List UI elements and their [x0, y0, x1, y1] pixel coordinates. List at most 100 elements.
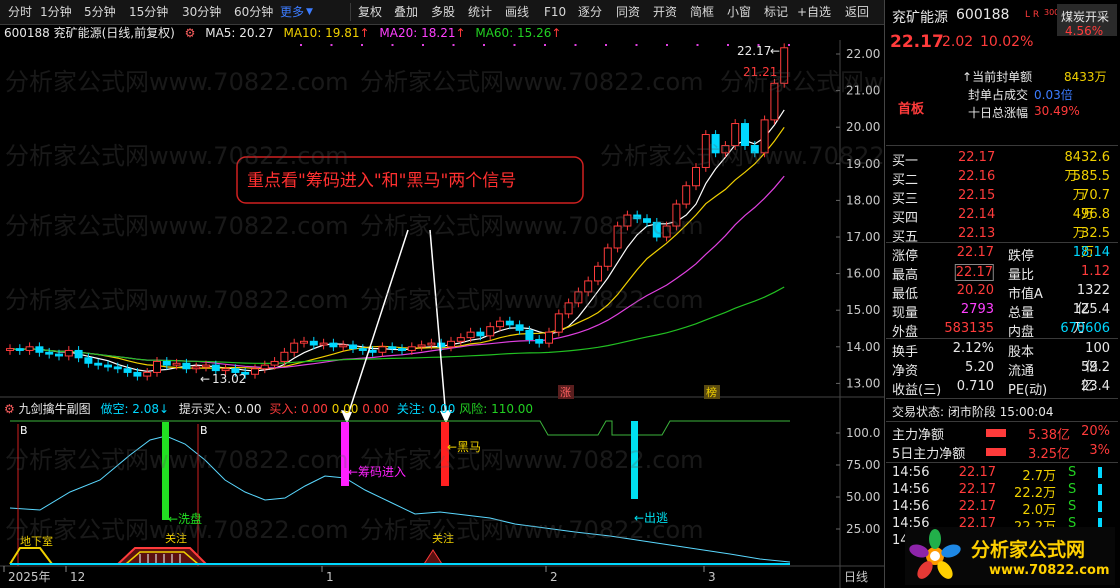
candle-body — [270, 360, 279, 366]
peak-price-label: 21.21 — [743, 65, 777, 79]
order-level-price: 22.13 — [958, 226, 996, 241]
stat-value: 20.20 — [956, 283, 994, 298]
candle-body — [398, 348, 406, 351]
indicator-tishi: 提示买入: 0.00 — [178, 402, 262, 416]
ma20-value: MA20: 18.21 — [379, 26, 456, 40]
settings-icon[interactable]: ⚙ — [185, 26, 196, 40]
stat-label: 市值A — [1008, 287, 1043, 302]
candle-body — [182, 362, 191, 370]
tool-huaxian[interactable]: 画线 — [505, 0, 529, 24]
tool-biaoji[interactable]: 标记 — [764, 0, 788, 24]
price-tick-label: 21.00 — [846, 84, 880, 98]
tool-f10[interactable]: F10 — [544, 0, 566, 24]
candle-body — [750, 145, 759, 154]
xipan-label: ←洗盘 — [168, 511, 202, 526]
status-badge: 首板 — [898, 102, 925, 117]
candle-body — [574, 291, 583, 304]
candle-body — [55, 353, 63, 357]
basement-label: 地下室 — [20, 534, 53, 548]
indicator-val-b: 0.00 — [362, 402, 389, 416]
add-watchlist-button[interactable]: +自选 — [797, 0, 831, 24]
tool-tongzi[interactable]: 同资 — [616, 0, 640, 24]
back-button[interactable]: 返回 — [845, 0, 869, 24]
candle-body — [84, 357, 93, 364]
order-level-label: 买二 — [892, 173, 919, 188]
guanzhu-shape — [117, 547, 207, 565]
chevron-down-icon[interactable]: ▼ — [306, 0, 313, 24]
candle-body — [545, 331, 553, 344]
tool-xiaochuang[interactable]: 小窗 — [727, 0, 751, 24]
seal-ratio: 0.03倍 — [1034, 88, 1073, 102]
candle-body — [113, 366, 122, 370]
tool-jiankuang[interactable]: 简框 — [690, 0, 714, 24]
last-price: 22.17 — [890, 32, 944, 52]
candle-body — [15, 348, 24, 351]
tool-tongji[interactable]: 统计 — [468, 0, 492, 24]
top-dot — [361, 44, 363, 46]
tool-fuquan[interactable]: 复权 — [358, 0, 382, 24]
period-15min[interactable]: 15分钟 — [129, 0, 168, 24]
candle-body — [74, 349, 83, 359]
period-1min[interactable]: 1分钟 — [40, 0, 72, 24]
fund-flow-value: 5.38亿 — [1028, 428, 1070, 443]
date-axis-period: 日线 — [844, 570, 868, 584]
low-arrow-icon: ← — [200, 372, 210, 386]
top-dot — [483, 44, 485, 46]
top-dot — [727, 44, 729, 46]
stat-label: 收益(三) — [892, 383, 942, 398]
candle-body — [594, 265, 602, 282]
buy-signal-b: B — [20, 424, 28, 437]
indicator-header: ⚙ 九剑擒牛副图 做空: 2.08↓ 提示买入: 0.00 买入: 0.00 0… — [4, 402, 534, 416]
annotation-text: 重点看"筹码进入"和"黑马"两个信号 — [247, 171, 516, 191]
date-tick-label: 2 — [550, 570, 558, 584]
candle-body — [466, 331, 475, 339]
limit-up-marker: 涨 — [560, 386, 571, 399]
tool-diejia[interactable]: 叠加 — [394, 0, 418, 24]
date-tick-label: 12 — [70, 570, 85, 584]
stat-label: 股本 — [1008, 345, 1035, 360]
fund-flow-pct: 3% — [1089, 443, 1110, 458]
candle-body — [633, 214, 642, 220]
fund-flow-pct: 20% — [1081, 424, 1110, 439]
candle-body — [94, 362, 103, 366]
candle-body — [358, 348, 367, 351]
candle-body — [104, 364, 112, 368]
period-30min[interactable]: 30分钟 — [182, 0, 221, 24]
more-periods-button[interactable]: 更多 — [280, 0, 304, 24]
price-tick-label: 14.00 — [846, 340, 880, 354]
fund-flow-bar — [986, 448, 1006, 456]
tick-side: S — [1068, 499, 1077, 514]
logo-url: www.70822.com — [989, 563, 1110, 578]
chutao-label: ←出逃 — [634, 511, 668, 525]
period-60min[interactable]: 60分钟 — [234, 0, 273, 24]
order-level-label: 买四 — [892, 211, 919, 226]
tool-kaizi[interactable]: 开资 — [653, 0, 677, 24]
top-dot — [513, 44, 516, 46]
order-level-label: 买三 — [892, 192, 919, 207]
candle-body — [6, 348, 14, 351]
top-dot — [452, 44, 455, 46]
period-5min[interactable]: 5分钟 — [84, 0, 116, 24]
candle-body — [770, 82, 779, 121]
chouma-label: ←筹码进入 — [348, 465, 406, 479]
candle-body — [388, 346, 397, 350]
stat-value: 18.14 — [1072, 245, 1110, 260]
tick-price: 22.17 — [958, 465, 996, 480]
indicator-settings-icon[interactable]: ⚙ — [4, 402, 15, 416]
stat-value: 1.12 — [1081, 264, 1110, 279]
guanzhu-label: 关注 — [432, 531, 454, 545]
kline-chart[interactable]: 22.0021.0020.0019.0018.0017.0016.0015.00… — [0, 40, 884, 588]
tool-zhufen[interactable]: 逐分 — [578, 0, 602, 24]
top-dot — [696, 44, 699, 46]
trade-status: 交易状态: 闭市阶段 15:00:04 — [892, 405, 1054, 419]
price-row: 22.17 2.02 10.02% — [890, 32, 1110, 54]
tick-side: S — [1068, 465, 1077, 480]
tool-duogu[interactable]: 多股 — [431, 0, 455, 24]
tick-side-bar — [1098, 501, 1102, 512]
indicator-mairu: 买入: 0.00 — [269, 402, 328, 416]
period-fenshi[interactable]: 分时 — [8, 0, 32, 24]
candle-body — [290, 342, 299, 353]
candle-body — [701, 134, 710, 168]
tick-time: 14:56 — [892, 482, 930, 497]
price-tick-label: 17.00 — [846, 230, 880, 244]
